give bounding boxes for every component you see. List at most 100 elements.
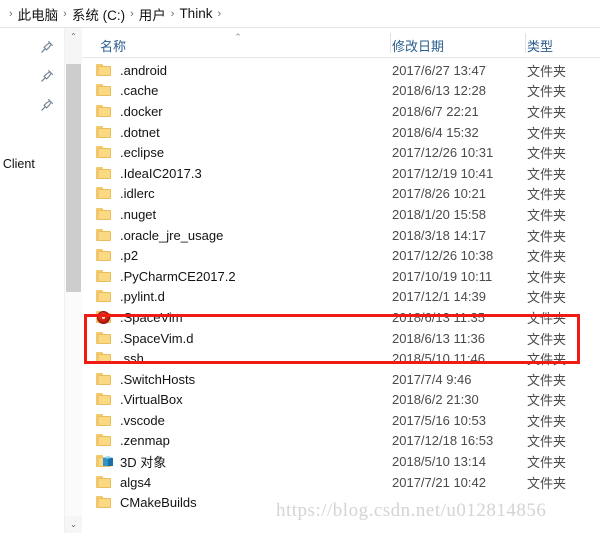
folder-icon: [96, 392, 113, 407]
file-name[interactable]: .docker: [120, 104, 163, 119]
file-name[interactable]: CMakeBuilds: [120, 495, 197, 510]
file-name[interactable]: .pylint.d: [120, 289, 165, 304]
file-type: 文件夹: [527, 290, 567, 306]
file-row[interactable]: .oracle_jre_usage 2018/3/18 14:17 文件夹: [82, 225, 600, 246]
file-name[interactable]: .dotnet: [120, 125, 160, 140]
file-date-modified: 2017/5/16 10:53: [392, 412, 486, 428]
file-row[interactable]: .docker 2018/6/7 22:21 文件夹: [82, 101, 600, 122]
pin-icon[interactable]: [40, 69, 54, 83]
watermark-text: https://blog.csdn.net/u012814856: [276, 500, 547, 521]
file-row[interactable]: .ssh 2018/5/10 11:46 文件夹: [82, 348, 600, 369]
folder-icon: [96, 269, 113, 284]
folder-icon: [96, 289, 113, 304]
folder-icon: [96, 475, 113, 490]
folder-icon: [96, 207, 113, 222]
file-row[interactable]: .android 2017/6/27 13:47 文件夹: [82, 60, 600, 81]
file-type: 文件夹: [527, 63, 567, 79]
file-date-modified: 2017/6/27 13:47: [392, 62, 486, 78]
file-name[interactable]: .PyCharmCE2017.2: [120, 269, 236, 284]
vertical-scrollbar[interactable]: ⌃ ⌄: [64, 28, 82, 533]
file-type: 文件夹: [527, 434, 567, 450]
file-row[interactable]: .SwitchHosts 2017/7/4 9:46 文件夹: [82, 369, 600, 390]
file-type: 文件夹: [527, 393, 567, 409]
file-name[interactable]: .idlerc: [120, 186, 155, 201]
file-type: 文件夹: [527, 187, 567, 203]
folder-icon: [96, 351, 113, 366]
file-name[interactable]: .SpaceVim: [120, 310, 183, 325]
file-name[interactable]: .VirtualBox: [120, 392, 183, 407]
scrollbar-track-lower[interactable]: [65, 292, 82, 516]
file-name[interactable]: .cache: [120, 83, 158, 98]
column-divider[interactable]: [390, 33, 391, 53]
column-header-type[interactable]: 类型: [527, 36, 553, 55]
scroll-up-arrow-icon[interactable]: ⌃: [65, 28, 82, 45]
file-row[interactable]: algs4 2017/7/21 10:42 文件夹: [82, 472, 600, 493]
scroll-down-arrow-icon[interactable]: ⌄: [65, 516, 82, 533]
file-name[interactable]: .oracle_jre_usage: [120, 228, 223, 243]
file-name[interactable]: 3D 对象: [120, 452, 166, 471]
file-row[interactable]: .idlerc 2017/8/26 10:21 文件夹: [82, 184, 600, 205]
nav-pane-partial-label[interactable]: ker Client: [0, 157, 56, 171]
folder-cube-icon: [96, 454, 113, 469]
file-name[interactable]: .android: [120, 63, 167, 78]
file-name[interactable]: .eclipse: [120, 145, 164, 160]
file-row[interactable]: .SpaceVim 2018/6/13 11:35 文件夹: [82, 307, 600, 328]
folder-icon: [96, 83, 113, 98]
file-type: 文件夹: [527, 104, 567, 120]
file-name[interactable]: .SpaceVim.d: [120, 331, 193, 346]
pin-icon[interactable]: [40, 40, 54, 54]
navigation-pane: ker Client: [0, 28, 56, 533]
breadcrumb-separator-4[interactable]: ›: [212, 8, 226, 20]
file-row[interactable]: .VirtualBox 2018/6/2 21:30 文件夹: [82, 390, 600, 411]
breadcrumb-item-think[interactable]: Think: [179, 6, 212, 21]
column-header-divider: [82, 57, 600, 58]
file-date-modified: 2018/6/2 21:30: [392, 392, 479, 408]
column-header-date-modified[interactable]: 修改日期: [392, 36, 444, 55]
file-name[interactable]: .SwitchHosts: [120, 372, 195, 387]
file-row[interactable]: .dotnet 2018/6/4 15:32 文件夹: [82, 122, 600, 143]
scrollbar-thumb[interactable]: [66, 64, 81, 292]
column-divider[interactable]: [525, 33, 526, 53]
breadcrumb[interactable]: › 此电脑 › 系统 (C:) › 用户 › Think ›: [0, 0, 600, 27]
file-row[interactable]: .nuget 2018/1/20 15:58 文件夹: [82, 204, 600, 225]
file-row[interactable]: .IdeaIC2017.3 2017/12/19 10:41 文件夹: [82, 163, 600, 184]
column-header-row: ⌃ 名称 修改日期 类型: [82, 31, 600, 57]
file-row[interactable]: 3D 对象 2018/5/10 13:14 文件夹: [82, 451, 600, 472]
file-name[interactable]: .ssh: [120, 351, 144, 366]
file-row[interactable]: .PyCharmCE2017.2 2017/10/19 10:11 文件夹: [82, 266, 600, 287]
file-type: 文件夹: [527, 455, 567, 471]
file-date-modified: 2018/6/7 22:21: [392, 103, 479, 119]
scrollbar-track-upper[interactable]: [65, 45, 82, 64]
pin-icon[interactable]: [40, 98, 54, 112]
file-name[interactable]: .vscode: [120, 413, 165, 428]
file-row[interactable]: .SpaceVim.d 2018/6/13 11:36 文件夹: [82, 328, 600, 349]
file-type: 文件夹: [527, 269, 567, 285]
file-row[interactable]: .zenmap 2017/12/18 16:53 文件夹: [82, 431, 600, 452]
folder-icon: [96, 145, 113, 160]
file-type: 文件夹: [527, 146, 567, 162]
file-type: 文件夹: [527, 413, 567, 429]
file-date-modified: 2018/6/13 11:36: [392, 330, 486, 346]
file-name[interactable]: .p2: [120, 248, 138, 263]
file-type: 文件夹: [527, 372, 567, 388]
file-name[interactable]: .IdeaIC2017.3: [120, 166, 202, 181]
file-date-modified: 2017/7/21 10:42: [392, 474, 486, 490]
file-name[interactable]: algs4: [120, 475, 151, 490]
file-date-modified: 2018/3/18 14:17: [392, 227, 486, 243]
breadcrumb-item-this-pc[interactable]: 此电脑: [18, 4, 59, 24]
file-name[interactable]: .zenmap: [120, 433, 170, 448]
file-row[interactable]: .p2 2017/12/26 10:38 文件夹: [82, 245, 600, 266]
file-row[interactable]: .cache 2018/6/13 12:28 文件夹: [82, 81, 600, 102]
breadcrumb-separator-1: ›: [63, 7, 67, 20]
breadcrumb-separator-2: ›: [130, 7, 134, 20]
file-row[interactable]: .eclipse 2017/12/26 10:31 文件夹: [82, 142, 600, 163]
file-list[interactable]: .android 2017/6/27 13:47 文件夹 .cache 2018/6/1…: [82, 60, 600, 533]
folder-icon: [96, 331, 113, 346]
file-row[interactable]: .pylint.d 2017/12/1 14:39 文件夹: [82, 287, 600, 308]
breadcrumb-item-users[interactable]: 用户: [139, 4, 166, 24]
column-header-name[interactable]: 名称: [100, 36, 126, 55]
breadcrumb-item-system-c[interactable]: 系统 (C:): [72, 4, 125, 24]
file-date-modified: 2018/6/13 11:35: [392, 309, 486, 325]
file-row[interactable]: .vscode 2017/5/16 10:53 文件夹: [82, 410, 600, 431]
file-name[interactable]: .nuget: [120, 207, 156, 222]
